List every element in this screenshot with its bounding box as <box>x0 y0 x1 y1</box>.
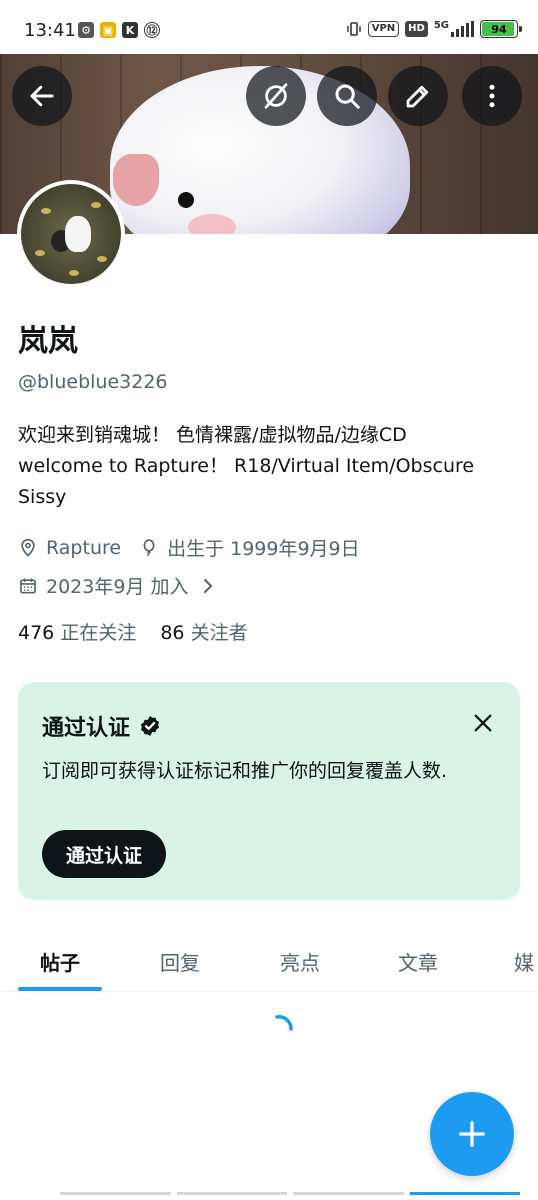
tab-media[interactable]: 媒 <box>466 930 538 991</box>
hd-icon: HD <box>405 21 428 37</box>
app-notification-icon: ▣ <box>100 22 116 38</box>
profile-handle: @blueblue3226 <box>18 371 168 393</box>
plus-icon <box>459 1121 485 1147</box>
profile-joined: 2023年9月 加入 <box>46 576 189 598</box>
back-button[interactable] <box>12 66 72 126</box>
vpn-icon: VPN <box>367 21 400 37</box>
profile-meta-row: Rapture 出生于 1999年9月9日 <box>18 534 360 561</box>
loading-spinner-icon <box>275 1015 293 1031</box>
verify-description: 订阅即可获得认证标记和推广你的回复覆盖人数. <box>42 760 448 782</box>
no-link-icon <box>264 83 288 109</box>
verify-title: 通过认证 <box>42 710 162 742</box>
balloon-icon <box>139 538 159 558</box>
tab-articles[interactable]: 文章 <box>358 930 478 991</box>
bio-line: 欢迎来到销魂城！ 色情裸露/虚拟物品/边缘CD <box>18 424 407 446</box>
compose-button[interactable] <box>430 1092 514 1176</box>
k-app-icon: K <box>122 22 138 38</box>
bio-line: welcome to Rapture！ R18/Virtual Item/Obs… <box>18 455 475 508</box>
grok-button[interactable] <box>246 66 306 126</box>
more-button[interactable] <box>462 66 522 126</box>
follow-stats: 476 正在关注 86 关注者 <box>18 618 248 645</box>
avatar[interactable] <box>17 180 125 288</box>
tab-replies[interactable]: 回复 <box>120 930 240 991</box>
status-notification-icons: ⚙ ▣ K ⑫ <box>78 22 160 38</box>
status-bar: 13:41 ⚙ ▣ K ⑫ VPN HD 5G 94 <box>0 0 538 54</box>
status-time: 13:41 <box>24 20 76 41</box>
profile-tabs: 帖子 回复 亮点 文章 媒 <box>0 930 538 992</box>
profile-location: Rapture <box>46 536 122 559</box>
search-icon <box>335 84 360 109</box>
more-vertical-icon <box>489 84 495 108</box>
arrow-left-icon <box>30 85 54 107</box>
edit-button[interactable] <box>388 66 448 126</box>
profile-bio: 欢迎来到销魂城！ 色情裸露/虚拟物品/边缘CD welcome to Raptu… <box>18 420 528 513</box>
tab-posts[interactable]: 帖子 <box>0 930 120 991</box>
profile-joined-row[interactable]: 2023年9月 加入 <box>18 572 224 599</box>
following-link[interactable]: 476 正在关注 <box>18 618 136 645</box>
signal-icon: 5G <box>434 21 474 37</box>
battery-icon: 94 <box>480 20 522 38</box>
verified-badge-icon <box>141 716 160 736</box>
close-button[interactable] <box>466 706 500 740</box>
profile-birthday: 出生于 1999年9月9日 <box>167 538 360 560</box>
status-system-icons: VPN HD 5G 94 <box>346 20 522 38</box>
tab-highlights[interactable]: 亮点 <box>240 930 360 991</box>
vibrate-icon <box>347 22 361 36</box>
verify-promo-card: 通过认证 订阅即可获得认证标记和推广你的回复覆盖人数. 通过认证 <box>18 682 520 900</box>
followers-link[interactable]: 86 关注者 <box>160 618 247 645</box>
location-icon <box>18 538 38 558</box>
active-tab-indicator <box>18 987 102 991</box>
calendar-icon <box>18 576 38 596</box>
close-icon <box>474 714 492 732</box>
steam-icon: ⚙ <box>78 22 94 38</box>
edit-icon <box>406 85 429 108</box>
profile-name: 岚岚 <box>18 324 78 359</box>
search-button[interactable] <box>317 66 377 126</box>
bottom-divider <box>60 1192 520 1200</box>
chevron-right-icon <box>200 577 216 595</box>
badge-icon: ⑫ <box>144 22 160 38</box>
verify-button[interactable]: 通过认证 <box>42 830 167 878</box>
